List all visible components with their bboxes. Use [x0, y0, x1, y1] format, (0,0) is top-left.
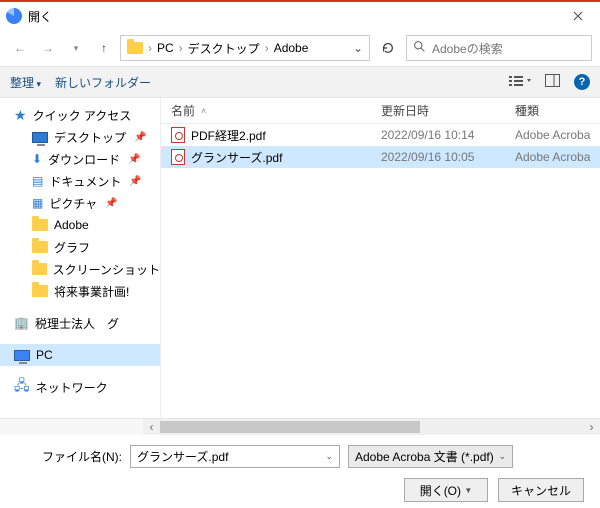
file-type: Adobe Acroba: [511, 150, 600, 164]
scroll-thumb[interactable]: [160, 421, 420, 433]
column-headers: 名前˄ 更新日時 種類: [161, 98, 600, 124]
window-title: 開く: [28, 8, 52, 25]
breadcrumb-desktop[interactable]: デスクトップ: [186, 40, 262, 57]
tree-quick-access[interactable]: ★クイック アクセス: [0, 104, 160, 126]
file-area: 名前˄ 更新日時 種類 PDF経理2.pdf 2022/09/16 10:14 …: [160, 98, 600, 418]
cancel-button[interactable]: キャンセル: [498, 478, 584, 502]
file-name: グランサーズ.pdf: [191, 149, 282, 166]
folder-icon: [127, 42, 143, 54]
folder-icon: [32, 263, 47, 275]
nav-up-button[interactable]: ↑: [92, 36, 116, 60]
filetype-value: Adobe Acroba 文書 (*.pdf): [355, 448, 494, 465]
file-row[interactable]: グランサーズ.pdf 2022/09/16 10:05 Adobe Acroba: [161, 146, 600, 168]
tree-network[interactable]: 🖧ネットワーク: [0, 376, 160, 398]
search-icon: [413, 40, 426, 56]
file-name: PDF経理2.pdf: [191, 127, 266, 144]
breadcrumb-pc[interactable]: PC: [155, 41, 176, 55]
navbar: ← → ▾ ↑ › PC › デスクトップ › Adobe ⌄ Adobeの検索: [0, 30, 600, 66]
header-date[interactable]: 更新日時: [381, 102, 511, 119]
pin-icon: 📌: [134, 132, 146, 143]
pdf-icon: [171, 149, 185, 165]
file-type: Adobe Acroba: [511, 128, 600, 142]
open-button[interactable]: 開く(O) ▼: [404, 478, 488, 502]
nav-back-button[interactable]: ←: [8, 36, 32, 60]
header-name[interactable]: 名前˄: [161, 102, 381, 119]
search-placeholder: Adobeの検索: [432, 40, 503, 57]
view-options-button[interactable]: [509, 74, 531, 91]
titlebar: 開く: [0, 0, 600, 30]
app-icon: [6, 8, 22, 24]
network-icon: 🖧: [14, 375, 30, 399]
tree-desktop[interactable]: デスクトップ📌: [0, 126, 160, 148]
close-button[interactable]: [555, 1, 600, 31]
nav-forward-button[interactable]: →: [36, 36, 60, 60]
toolbar: 整理 新しいフォルダー ?: [0, 66, 600, 98]
folder-icon: [32, 241, 48, 253]
org-icon: 🏢: [14, 316, 29, 330]
bottom-panel: ファイル名(N): グランサーズ.pdf ⌄ Adobe Acroba 文書 (…: [0, 435, 600, 508]
search-input[interactable]: Adobeの検索: [406, 35, 592, 61]
tree-pictures[interactable]: ▦ピクチャ📌: [0, 192, 160, 214]
sort-indicator-icon: ˄: [201, 106, 206, 116]
folder-icon: [32, 285, 48, 297]
file-date: 2022/09/16 10:05: [381, 150, 511, 164]
breadcrumb-adobe[interactable]: Adobe: [272, 41, 311, 55]
tree-graph[interactable]: グラフ: [0, 236, 160, 258]
pin-icon: 📌: [105, 198, 117, 209]
pc-icon: [14, 350, 30, 361]
nav-tree[interactable]: ★クイック アクセス デスクトップ📌 ⬇ダウンロード📌 ▤ドキュメント📌 ▦ピク…: [0, 98, 160, 418]
refresh-button[interactable]: [374, 35, 402, 61]
tree-shorai[interactable]: 将来事業計画!: [0, 280, 160, 302]
filename-value: グランサーズ.pdf: [137, 448, 228, 465]
tree-pc[interactable]: PC: [0, 344, 160, 366]
folder-icon: [32, 219, 48, 231]
filetype-combo[interactable]: Adobe Acroba 文書 (*.pdf) ⌄: [348, 445, 513, 468]
file-rows: PDF経理2.pdf 2022/09/16 10:14 Adobe Acroba…: [161, 124, 600, 418]
breadcrumb-dropdown[interactable]: ⌄: [349, 41, 367, 55]
tree-screenshot[interactable]: スクリーンショット: [0, 258, 160, 280]
chevron-right-icon: ›: [262, 41, 272, 55]
chevron-right-icon: ›: [145, 41, 155, 55]
tree-downloads[interactable]: ⬇ダウンロード📌: [0, 148, 160, 170]
breadcrumb[interactable]: › PC › デスクトップ › Adobe ⌄: [120, 35, 370, 61]
chevron-down-icon: ▼: [464, 486, 472, 495]
filename-label: ファイル名(N):: [12, 448, 122, 465]
help-button[interactable]: ?: [574, 74, 590, 90]
pin-icon: 📌: [128, 154, 140, 165]
scroll-left-button[interactable]: ‹: [143, 419, 160, 435]
nav-recent-dropdown[interactable]: ▾: [64, 36, 88, 60]
document-icon: ▤: [32, 174, 43, 188]
chevron-down-icon: ⌄: [498, 451, 506, 462]
star-icon: ★: [14, 107, 27, 124]
pictures-icon: ▦: [32, 196, 43, 210]
main-area: ★クイック アクセス デスクトップ📌 ⬇ダウンロード📌 ▤ドキュメント📌 ▦ピク…: [0, 98, 600, 418]
desktop-icon: [32, 132, 48, 143]
file-date: 2022/09/16 10:14: [381, 128, 511, 142]
preview-pane-button[interactable]: [545, 74, 560, 90]
file-row[interactable]: PDF経理2.pdf 2022/09/16 10:14 Adobe Acroba: [161, 124, 600, 146]
download-icon: ⬇: [32, 152, 42, 166]
pin-icon: 📌: [129, 176, 141, 187]
tree-zeirishi[interactable]: 🏢税理士法人 グ: [0, 312, 160, 334]
tree-adobe[interactable]: Adobe: [0, 214, 160, 236]
header-type[interactable]: 種類: [511, 102, 600, 119]
pdf-icon: [171, 127, 185, 143]
chevron-right-icon: ›: [176, 41, 186, 55]
organize-menu[interactable]: 整理: [10, 74, 41, 91]
scroll-right-button[interactable]: ›: [583, 419, 600, 435]
chevron-down-icon: ⌄: [325, 451, 333, 462]
tree-documents[interactable]: ▤ドキュメント📌: [0, 170, 160, 192]
filename-combo[interactable]: グランサーズ.pdf ⌄: [130, 445, 340, 468]
horizontal-scrollbar[interactable]: ‹ ›: [0, 418, 600, 435]
new-folder-button[interactable]: 新しいフォルダー: [55, 74, 151, 91]
